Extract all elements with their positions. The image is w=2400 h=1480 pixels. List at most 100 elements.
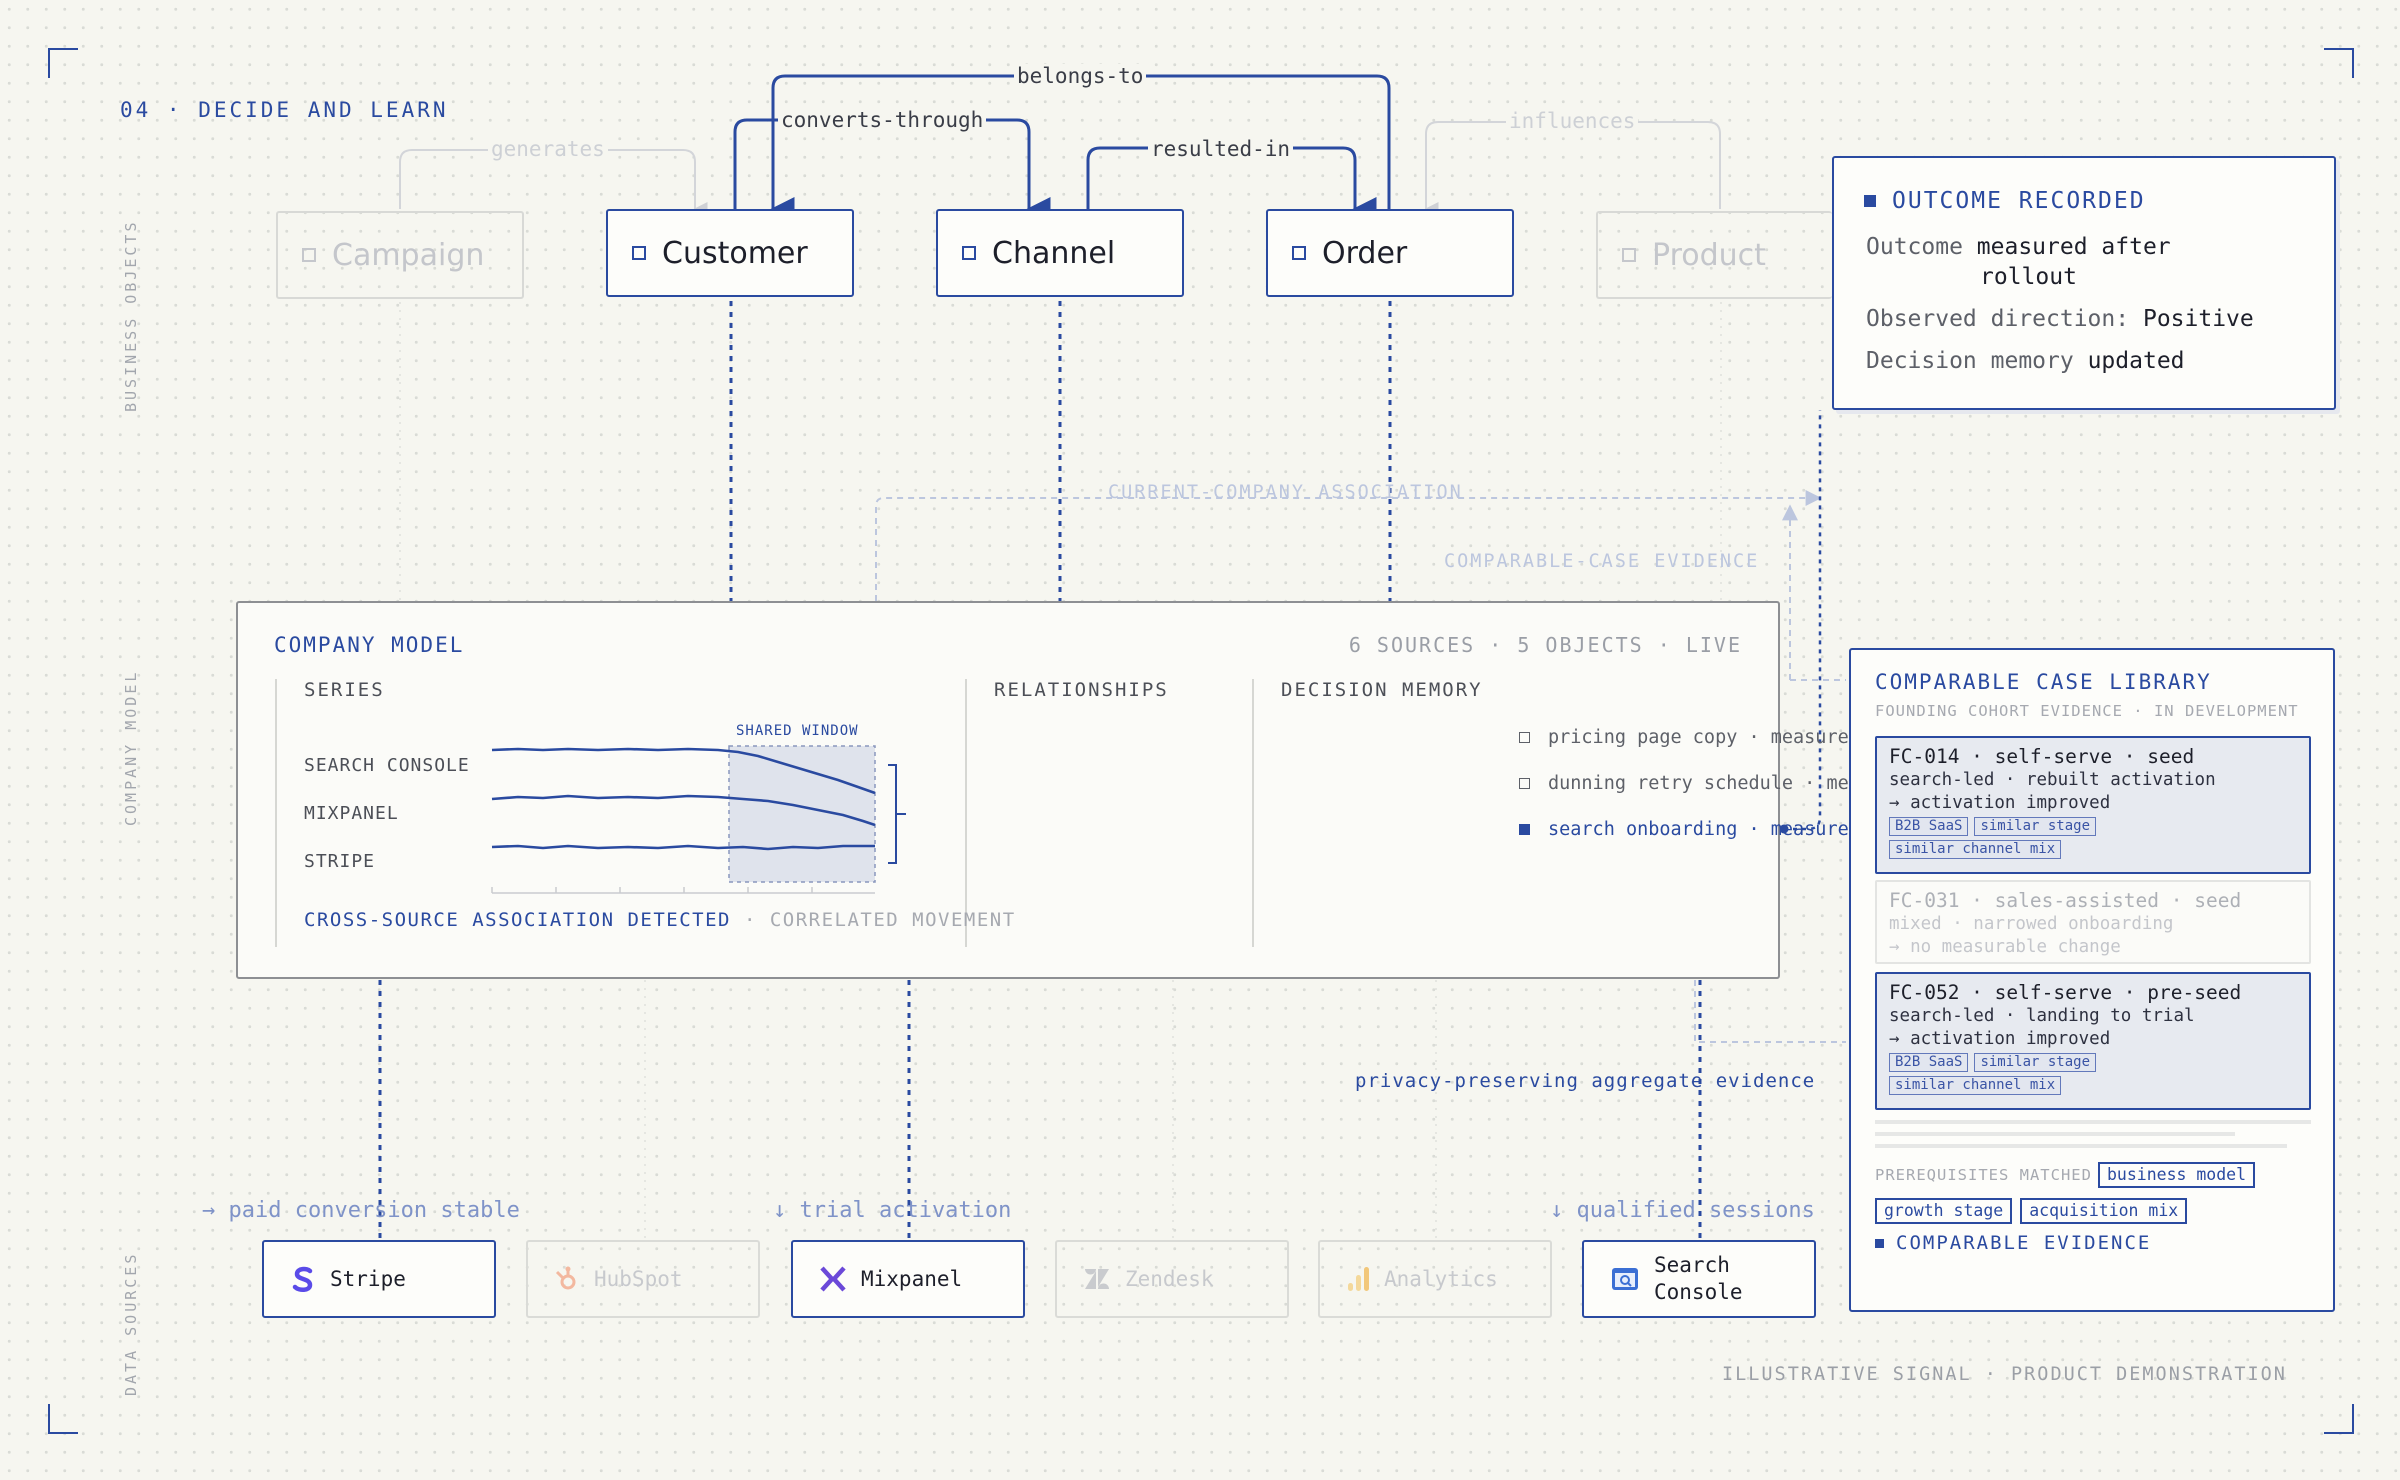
prerequisite-tag: growth stage — [1875, 1198, 2013, 1224]
source-label-line: Search — [1654, 1253, 1730, 1277]
model-meta: 6 SOURCES · 5 OBJECTS · LIVE — [1348, 633, 1742, 657]
edge-label-belongs-to: belongs-to — [1014, 64, 1147, 88]
case-tags: B2B SaaS similar stage similar channel mix — [1889, 1051, 2297, 1097]
source-label: Zendesk — [1125, 1266, 1214, 1291]
outcome-value: Positive — [2142, 306, 2254, 332]
prerequisite-tag: acquisition mix — [2020, 1198, 2188, 1224]
checkbox-icon — [1519, 778, 1530, 789]
outcome-label: Outcome — [1866, 234, 1963, 260]
object-label: Channel — [992, 235, 1116, 271]
comparable-evidence-label: COMPARABLE EVIDENCE — [1896, 1232, 2152, 1254]
series-bracket — [888, 764, 906, 864]
shared-window-label: SHARED WINDOW — [736, 723, 859, 739]
association-subtitle: · CORRELATED MOVEMENT — [743, 909, 1016, 931]
outcome-header: OUTCOME RECORDED — [1864, 188, 2146, 214]
case-card-fc052[interactable]: FC-052 · self-serve · pre-seed search-le… — [1875, 972, 2311, 1110]
comparable-evidence-status: COMPARABLE EVIDENCE — [1875, 1232, 2151, 1254]
source-note-search-console: ↓ qualified sessions — [1550, 1198, 1815, 1223]
object-square-icon — [302, 248, 316, 262]
object-label: Product — [1652, 237, 1766, 273]
case-result: → no measurable change — [1889, 937, 2121, 957]
edge-label-generates: generates — [488, 137, 608, 161]
object-label: Customer — [662, 235, 808, 271]
square-bullet-icon — [1864, 195, 1876, 207]
source-mixpanel[interactable]: Mixpanel — [791, 1240, 1025, 1318]
object-square-icon — [632, 246, 646, 260]
prerequisites: PREREQUISITES MATCHED business model grow… — [1875, 1162, 2315, 1224]
source-stripe[interactable]: Stripe — [262, 1240, 496, 1318]
edge-label-converts-through: converts-through — [778, 108, 987, 132]
side-label-company-model: COMPANY MODEL — [122, 669, 140, 826]
case-description: mixed · narrowed onboarding — [1889, 914, 2174, 934]
side-label-data-sources: DATA SOURCES — [122, 1251, 140, 1396]
outcome-value: rollout — [1980, 264, 2077, 290]
decision-label: search onboarding · measured — [1548, 819, 1860, 840]
object-square-icon — [1292, 246, 1306, 260]
source-label: Search Console — [1654, 1252, 1743, 1306]
source-analytics[interactable]: Analytics — [1318, 1240, 1552, 1318]
prerequisite-tag: business model — [2097, 1162, 2256, 1188]
decision-memory-header: DECISION MEMORY — [1281, 679, 1483, 701]
shared-window-region — [728, 745, 876, 883]
object-product[interactable]: Product — [1596, 211, 1832, 299]
outcome-value: updated — [2087, 348, 2185, 374]
decision-item-search-onboarding[interactable]: search onboarding · measured — [1519, 819, 1860, 840]
flow-label-current-company: CURRENT-COMPANY ASSOCIATION — [1108, 482, 1463, 503]
flow-label-comparable-case: COMPARABLE-CASE EVIDENCE — [1444, 551, 1760, 572]
source-label-line: Console — [1654, 1280, 1743, 1304]
case-title: FC-031 · sales-assisted · seed — [1889, 889, 2242, 912]
source-search-console[interactable]: Search Console — [1582, 1240, 1816, 1318]
object-square-icon — [1622, 248, 1636, 262]
prerequisite-row: growth stage acquisition mix — [1875, 1198, 2315, 1224]
stripe-logo-icon — [292, 1266, 313, 1292]
source-label: Stripe — [330, 1266, 406, 1291]
case-description: search-led · rebuilt activation — [1889, 770, 2216, 790]
outcome-row: Decision memory updated — [1866, 348, 2185, 374]
loading-bar — [1875, 1120, 2311, 1124]
source-label: Mixpanel — [861, 1266, 963, 1291]
analytics-logo-icon — [1348, 1267, 1369, 1291]
case-result: → activation improved — [1889, 793, 2111, 813]
object-customer[interactable]: Customer — [606, 209, 854, 297]
case-tag: B2B SaaS — [1889, 1053, 1969, 1072]
object-square-icon — [962, 246, 976, 260]
case-tag: B2B SaaS — [1889, 817, 1969, 836]
case-tag: similar stage — [1974, 1053, 2097, 1072]
outcome-label: Decision memory — [1866, 348, 2074, 374]
zendesk-logo-icon — [1085, 1269, 1109, 1289]
decision-label: pricing page copy · measured — [1548, 727, 1860, 748]
x-axis — [491, 887, 875, 894]
case-card-fc031[interactable]: FC-031 · sales-assisted · seed mixed · n… — [1875, 880, 2311, 964]
source-hubspot[interactable]: HubSpot — [526, 1240, 760, 1318]
association-status: CROSS-SOURCE ASSOCIATION DETECTED · CORR… — [304, 909, 1016, 931]
divider — [1252, 679, 1254, 947]
mixpanel-logo-icon — [820, 1266, 846, 1292]
hubspot-logo-icon — [555, 1266, 576, 1290]
case-title: FC-052 · self-serve · pre-seed — [1889, 981, 2242, 1004]
object-campaign[interactable]: Campaign — [276, 211, 524, 299]
outcome-row: Observed direction: Positive — [1866, 306, 2254, 332]
diagram-canvas: 04 · DECIDE AND LEARN BUSINESS OBJECTS C… — [0, 0, 2400, 1480]
object-label: Order — [1322, 235, 1408, 271]
source-label: HubSpot — [594, 1266, 683, 1291]
checkbox-icon — [1519, 732, 1530, 743]
side-label-business-objects: BUSINESS OBJECTS — [122, 219, 140, 413]
outcome-row: Outcome measured after — [1866, 234, 2171, 260]
edge-label-influences: influences — [1506, 109, 1639, 133]
case-result: → activation improved — [1889, 1029, 2111, 1049]
source-zendesk[interactable]: Zendesk — [1055, 1240, 1289, 1318]
object-label: Campaign — [332, 237, 485, 273]
outcome-title: OUTCOME RECORDED — [1892, 188, 2146, 214]
object-channel[interactable]: Channel — [936, 209, 1184, 297]
outcome-card: OUTCOME RECORDED Outcome measured after … — [1832, 156, 2336, 410]
edge-label-resulted-in: resulted-in — [1148, 137, 1294, 161]
case-card-fc014[interactable]: FC-014 · self-serve · seed search-led · … — [1875, 736, 2311, 874]
decision-item-pricing[interactable]: pricing page copy · measured — [1519, 727, 1860, 748]
company-model-panel: COMPANY MODEL 6 SOURCES · 5 OBJECTS · LI… — [236, 601, 1916, 979]
relationships-header: RELATIONSHIPS — [994, 679, 1169, 701]
object-order[interactable]: Order — [1266, 209, 1514, 297]
flow-label-privacy: privacy-preserving aggregate evidence — [1355, 1070, 1816, 1092]
case-title: FC-014 · self-serve · seed — [1889, 745, 2195, 768]
outcome-value: measured after — [1976, 234, 2171, 260]
source-label: Analytics — [1384, 1266, 1498, 1291]
